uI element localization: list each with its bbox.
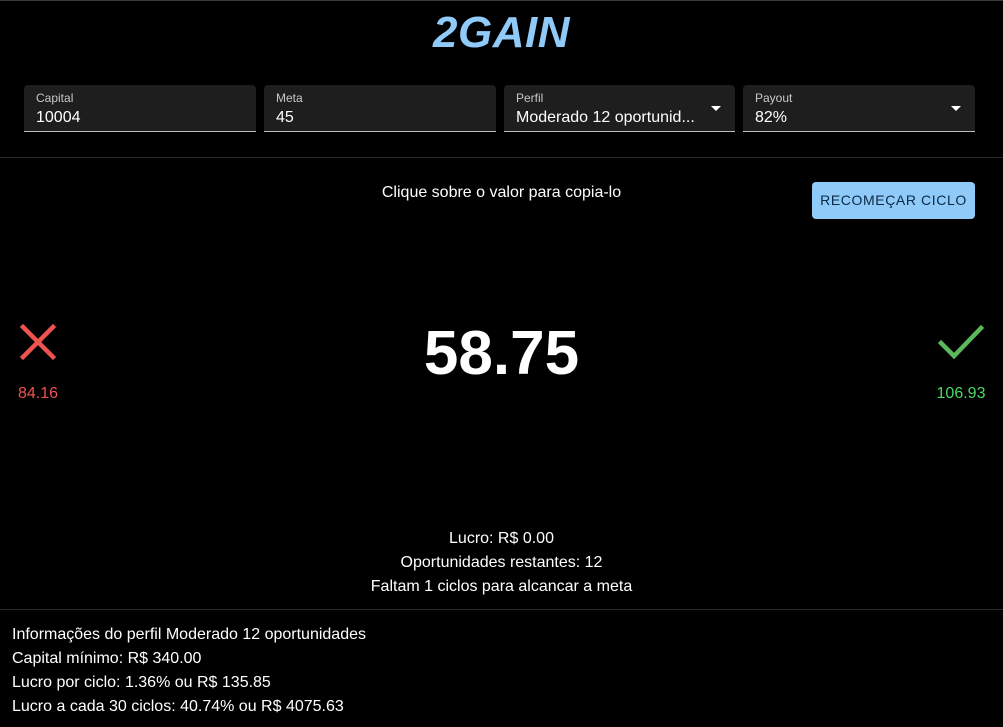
divider [0,157,1003,158]
meta-field[interactable]: Meta 45 [264,85,496,132]
payout-value: 82% [755,109,788,126]
faltam-text: Faltam 1 ciclos para alcancar a meta [370,578,633,595]
payout-select[interactable]: Payout 82% [743,85,975,132]
chevron-down-icon[interactable] [711,106,721,111]
lucro-ciclo-text: Lucro por ciclo: 1.36% ou R$ 135.85 [12,674,271,691]
restart-cycle-button[interactable]: RECOMEÇAR CICLO [812,182,975,219]
app-logo: 2GAIN [433,8,570,57]
perfil-select[interactable]: Perfil Moderado 12 oportunid... [504,85,735,132]
capital-minimo-text: Capital mínimo: R$ 340.00 [12,650,202,667]
lucro-30-text: Lucro a cada 30 ciclos: 40.74% ou R$ 407… [12,698,344,715]
perfil-label: Perfil [516,91,544,105]
check-icon[interactable] [938,322,984,362]
profile-info: Informações do perfil Moderado 12 oportu… [12,623,366,719]
cycle-stats: Lucro: R$ 0.00 Oportunidades restantes: … [0,527,1003,599]
capital-label: Capital [36,91,74,105]
payout-label: Payout [755,91,793,105]
profile-info-title: Informações do perfil Moderado 12 oportu… [12,626,366,643]
current-entry-value[interactable]: 58.75 [0,318,1003,389]
oportunidades-text: Oportunidades restantes: 12 [400,554,603,571]
perfil-value: Moderado 12 oportunid... [516,109,695,126]
meta-input[interactable]: 45 [276,109,294,127]
lucro-text: Lucro: R$ 0.00 [449,530,554,547]
capital-input[interactable]: 10004 [36,109,81,127]
win-value[interactable]: 106.93 [930,385,992,403]
meta-label: Meta [276,91,303,105]
chevron-down-icon[interactable] [951,106,961,111]
top-border [0,0,1003,1]
capital-field[interactable]: Capital 10004 [24,85,256,132]
divider [0,609,1003,610]
